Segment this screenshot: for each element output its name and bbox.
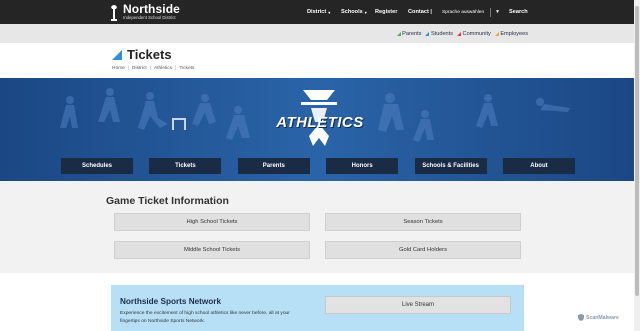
breadcrumb-home[interactable]: Home [112,66,125,71]
shield-icon [578,314,584,321]
tickets-section-title: Game Ticket Information [106,195,229,207]
nav-district-label: District [307,9,327,15]
audience-link-community[interactable]: Community [457,31,491,37]
watermark-text: ScanMalware [586,314,619,321]
tickets-section [0,181,634,273]
triangle-icon [112,49,122,60]
athletics-menu: Schedules Tickets Parents Honors Schools… [61,158,575,174]
chevron-down-icon: ▾ [364,9,367,15]
breadcrumb-current: Tickets [179,66,195,71]
sports-network-description: Experience the excitement of high school… [120,311,290,324]
logo-name: Northside [123,2,180,17]
nav-search[interactable]: Search [509,0,528,24]
season-tickets-button[interactable]: Season Tickets [325,213,521,231]
page-title-row: Tickets [112,47,172,62]
triangle-icon [494,31,499,36]
scanmalware-watermark: ScanMalware [578,313,619,322]
audience-links: Parents Students Community Employees [396,24,528,43]
triangle-icon [457,31,462,36]
nav-register[interactable]: Register [375,0,397,24]
athletics-button-tickets[interactable]: Tickets [149,158,222,174]
nav-register-label: Register [375,9,398,15]
nav-district[interactable]: District ▾ [307,0,330,24]
gold-card-holders-button[interactable]: Gold Card Holders [325,241,521,259]
audience-link-employees[interactable]: Employees [494,30,528,37]
page-title: Tickets [127,47,172,62]
chevron-down-icon: ▼ [495,9,500,15]
breadcrumb: Home | District | Athletics | Tickets [112,66,194,71]
top-navigation-bar: Northside Independent School District Di… [0,0,634,24]
nav-contact[interactable]: Contact | [408,0,432,24]
audience-link-label: Community [462,30,491,37]
nav-schools[interactable]: Schools ▾ [341,0,367,24]
triangle-icon [396,31,401,36]
district-logo[interactable]: Northside Independent School District [108,2,180,22]
language-selector[interactable]: Sprache auswählen ▼ [442,6,500,18]
torch-logo-icon [111,4,117,21]
chevron-down-icon: ▾ [328,9,331,15]
breadcrumb-athletics[interactable]: Athletics [154,66,172,71]
athletics-button-parents[interactable]: Parents [237,158,310,174]
scrollbar-thumb[interactable] [635,6,639,296]
audience-link-label: Students [430,30,454,37]
athletics-button-honors[interactable]: Honors [326,158,399,174]
breadcrumb-separator: | [127,66,130,71]
live-stream-button[interactable]: Live Stream [325,296,511,314]
audience-link-students[interactable]: Students [425,31,453,37]
audience-link-label: Parents [402,30,422,37]
middle-school-tickets-button[interactable]: Middle School Tickets [114,241,310,259]
triangle-icon [425,31,430,36]
nav-schools-label: Schools [341,9,363,15]
divider [490,7,492,17]
breadcrumb-district[interactable]: District [132,66,147,71]
athletics-button-schedules[interactable]: Schedules [61,158,133,174]
nav-search-label: Search [509,9,528,15]
athletics-logo-text: ATHLETICS [276,114,364,131]
athletics-button-about[interactable]: About [502,158,575,174]
logo-subtitle: Independent School District [123,15,176,21]
breadcrumb-separator: | [175,66,177,71]
nav-contact-label: Contact | [408,9,432,15]
audience-link-parents[interactable]: Parents [396,30,422,37]
athletics-button-schools-facilities[interactable]: Schools & Facilities [414,158,487,174]
breadcrumb-separator: | [149,66,151,71]
high-school-tickets-button[interactable]: High School Tickets [114,213,310,231]
sports-network-title: Northside Sports Network [120,297,221,306]
utility-bar: Parents Students Community Employees [0,24,634,43]
audience-link-label: Employees [500,30,528,37]
language-selector-label: Sprache auswählen [442,9,485,15]
